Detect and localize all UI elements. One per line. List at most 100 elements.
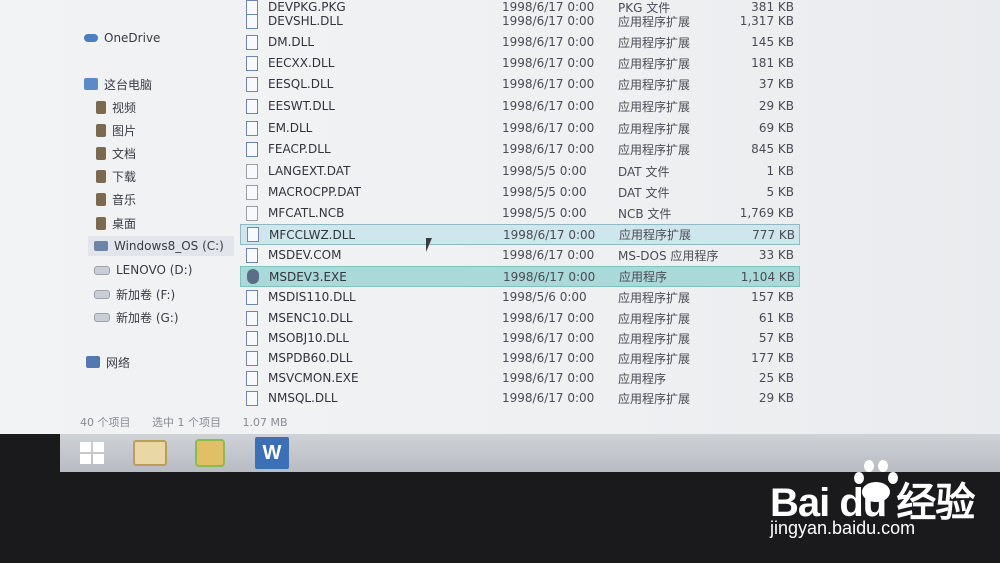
file-date: 1998/6/17 0:00 [502, 331, 595, 345]
drive-icon [94, 265, 110, 275]
file-row[interactable]: MSDEV.COM 1998/6/17 0:00 MS-DOS 应用程序 33 … [240, 245, 798, 265]
word-button[interactable]: W [255, 437, 289, 469]
file-name: EECXX.DLL [268, 56, 335, 70]
file-row[interactable]: LANGEXT.DAT 1998/5/5 0:00 DAT 文件 1 KB [240, 161, 798, 181]
data-file-icon [246, 163, 258, 179]
file-type: 应用程序扩展 [618, 35, 691, 50]
file-type: 应用程序 [619, 270, 668, 284]
nav-drive-g[interactable]: 新加卷 (G:) [94, 307, 179, 327]
file-row[interactable]: DM.DLL 1998/6/17 0:00 应用程序扩展 145 KB [240, 32, 798, 52]
dll-file-icon [246, 120, 258, 136]
file-size: 777 KB [752, 227, 795, 242]
file-date: 1998/6/17 0:00 [502, 311, 595, 325]
file-date: 1998/6/17 0:00 [502, 371, 595, 385]
file-size: 1,104 KB [740, 269, 795, 284]
nav-documents[interactable]: 文档 [96, 143, 136, 163]
file-type: 应用程序扩展 [618, 99, 691, 114]
file-explorer-button[interactable] [122, 436, 178, 470]
file-name: MSOBJ10.DLL [268, 331, 349, 345]
dll-file-icon [246, 330, 258, 346]
file-size: 145 KB [751, 35, 794, 49]
dll-file-icon [246, 34, 258, 50]
nav-onedrive[interactable]: OneDrive [84, 28, 160, 48]
file-type: 应用程序扩展 [618, 351, 691, 366]
folder-icon [133, 440, 167, 466]
nav-label: 新加卷 (G:) [116, 310, 179, 325]
data-file-icon [246, 184, 258, 200]
file-type: 应用程序扩展 [618, 391, 691, 406]
desktop-folder-icon [96, 216, 106, 230]
file-size: 5 KB [766, 185, 794, 199]
file-row[interactable]: EECXX.DLL 1998/6/17 0:00 应用程序扩展 181 KB [240, 53, 798, 73]
file-date: 1998/5/6 0:00 [502, 290, 587, 304]
nav-label: 网络 [106, 355, 131, 370]
windows-drive-icon [94, 241, 108, 251]
dll-file-icon [246, 350, 258, 366]
file-row[interactable]: NMSQL.DLL 1998/6/17 0:00 应用程序扩展 29 KB [240, 388, 798, 408]
file-size: 69 KB [758, 121, 794, 135]
file-date: 1998/6/17 0:00 [503, 269, 596, 284]
nav-drive-f[interactable]: 新加卷 (F:) [94, 284, 175, 304]
file-type: 应用程序扩展 [618, 311, 691, 326]
file-name: MSDEV.COM [268, 248, 342, 262]
nav-label: 这台电脑 [104, 77, 153, 92]
mouse-pointer-icon [426, 238, 438, 252]
file-date: 1998/5/5 0:00 [502, 206, 587, 220]
nav-this-pc[interactable]: 这台电脑 [84, 74, 152, 94]
file-type: 应用程序扩展 [618, 14, 691, 29]
file-type: 应用程序扩展 [618, 121, 691, 136]
file-name: MSDEV3.EXE [269, 269, 347, 284]
nav-label: 文档 [112, 146, 137, 161]
file-row[interactable]: EESWT.DLL 1998/6/17 0:00 应用程序扩展 29 KB [240, 96, 798, 116]
file-type: 应用程序扩展 [618, 77, 691, 92]
nav-network[interactable]: 网络 [86, 352, 130, 372]
file-name: EESWT.DLL [268, 99, 335, 113]
status-bar: 40 个项目 选中 1 个项目 1.07 MB [80, 414, 306, 430]
nav-pictures[interactable]: 图片 [96, 120, 136, 140]
file-size: 1,317 KB [739, 14, 794, 28]
nav-drive-c[interactable]: Windows8_OS (C:) [88, 236, 234, 256]
file-row[interactable]: EESQL.DLL 1998/6/17 0:00 应用程序扩展 37 KB [240, 74, 798, 94]
file-size: 33 KB [758, 248, 794, 262]
nav-drive-d[interactable]: LENOVO (D:) [94, 260, 192, 280]
downloads-folder-icon [96, 169, 106, 183]
file-date: 1998/6/17 0:00 [502, 248, 595, 262]
file-row[interactable]: MSENC10.DLL 1998/6/17 0:00 应用程序扩展 61 KB [240, 308, 798, 328]
selection-count: 选中 1 个项目 [152, 416, 221, 429]
nav-label: 桌面 [112, 216, 137, 231]
file-date: 1998/6/17 0:00 [502, 14, 595, 28]
file-row[interactable]: FEACP.DLL 1998/6/17 0:00 应用程序扩展 845 KB [240, 139, 798, 159]
file-type: 应用程序扩展 [619, 228, 692, 242]
file-type: DAT 文件 [618, 185, 670, 200]
file-name: EESQL.DLL [268, 77, 334, 91]
file-size: 37 KB [758, 77, 794, 91]
file-date: 1998/6/17 0:00 [502, 56, 595, 70]
nav-downloads[interactable]: 下载 [96, 166, 136, 186]
file-size: 177 KB [751, 351, 794, 365]
file-row[interactable]: DEVSHL.DLL 1998/6/17 0:00 应用程序扩展 1,317 K… [240, 11, 798, 31]
file-row[interactable]: MSPDB60.DLL 1998/6/17 0:00 应用程序扩展 177 KB [240, 348, 798, 368]
nav-music[interactable]: 音乐 [96, 189, 136, 209]
file-type: 应用程序 [618, 371, 667, 386]
file-name: MFCCLWZ.DLL [269, 227, 356, 242]
file-row[interactable]: EM.DLL 1998/6/17 0:00 应用程序扩展 69 KB [240, 118, 798, 138]
infinity-exe-icon [247, 269, 259, 284]
selection-size: 1.07 MB [242, 416, 288, 429]
file-row[interactable]: MSOBJ10.DLL 1998/6/17 0:00 应用程序扩展 57 KB [240, 328, 798, 348]
file-name: MACROCPP.DAT [268, 185, 361, 199]
store-button[interactable] [182, 436, 238, 470]
computer-icon [84, 78, 98, 90]
file-size: 1,769 KB [739, 206, 794, 220]
network-icon [86, 356, 100, 368]
nav-videos[interactable]: 视频 [96, 97, 136, 117]
start-button[interactable] [64, 436, 120, 470]
nav-desktop[interactable]: 桌面 [96, 213, 136, 233]
file-type: DAT 文件 [618, 164, 670, 179]
file-row[interactable]: MSDIS110.DLL 1998/5/6 0:00 应用程序扩展 157 KB [240, 287, 798, 307]
file-row[interactable]: MSVCMON.EXE 1998/6/17 0:00 应用程序 25 KB [240, 368, 798, 388]
file-row-hover[interactable]: MFCCLWZ.DLL 1998/6/17 0:00 应用程序扩展 777 KB [240, 224, 800, 245]
dll-file-icon [246, 13, 258, 29]
file-row[interactable]: MFCATL.NCB 1998/5/5 0:00 NCB 文件 1,769 KB [240, 203, 798, 223]
file-row[interactable]: MACROCPP.DAT 1998/5/5 0:00 DAT 文件 5 KB [240, 182, 798, 202]
file-row-selected[interactable]: MSDEV3.EXE 1998/6/17 0:00 应用程序 1,104 KB [240, 266, 800, 287]
